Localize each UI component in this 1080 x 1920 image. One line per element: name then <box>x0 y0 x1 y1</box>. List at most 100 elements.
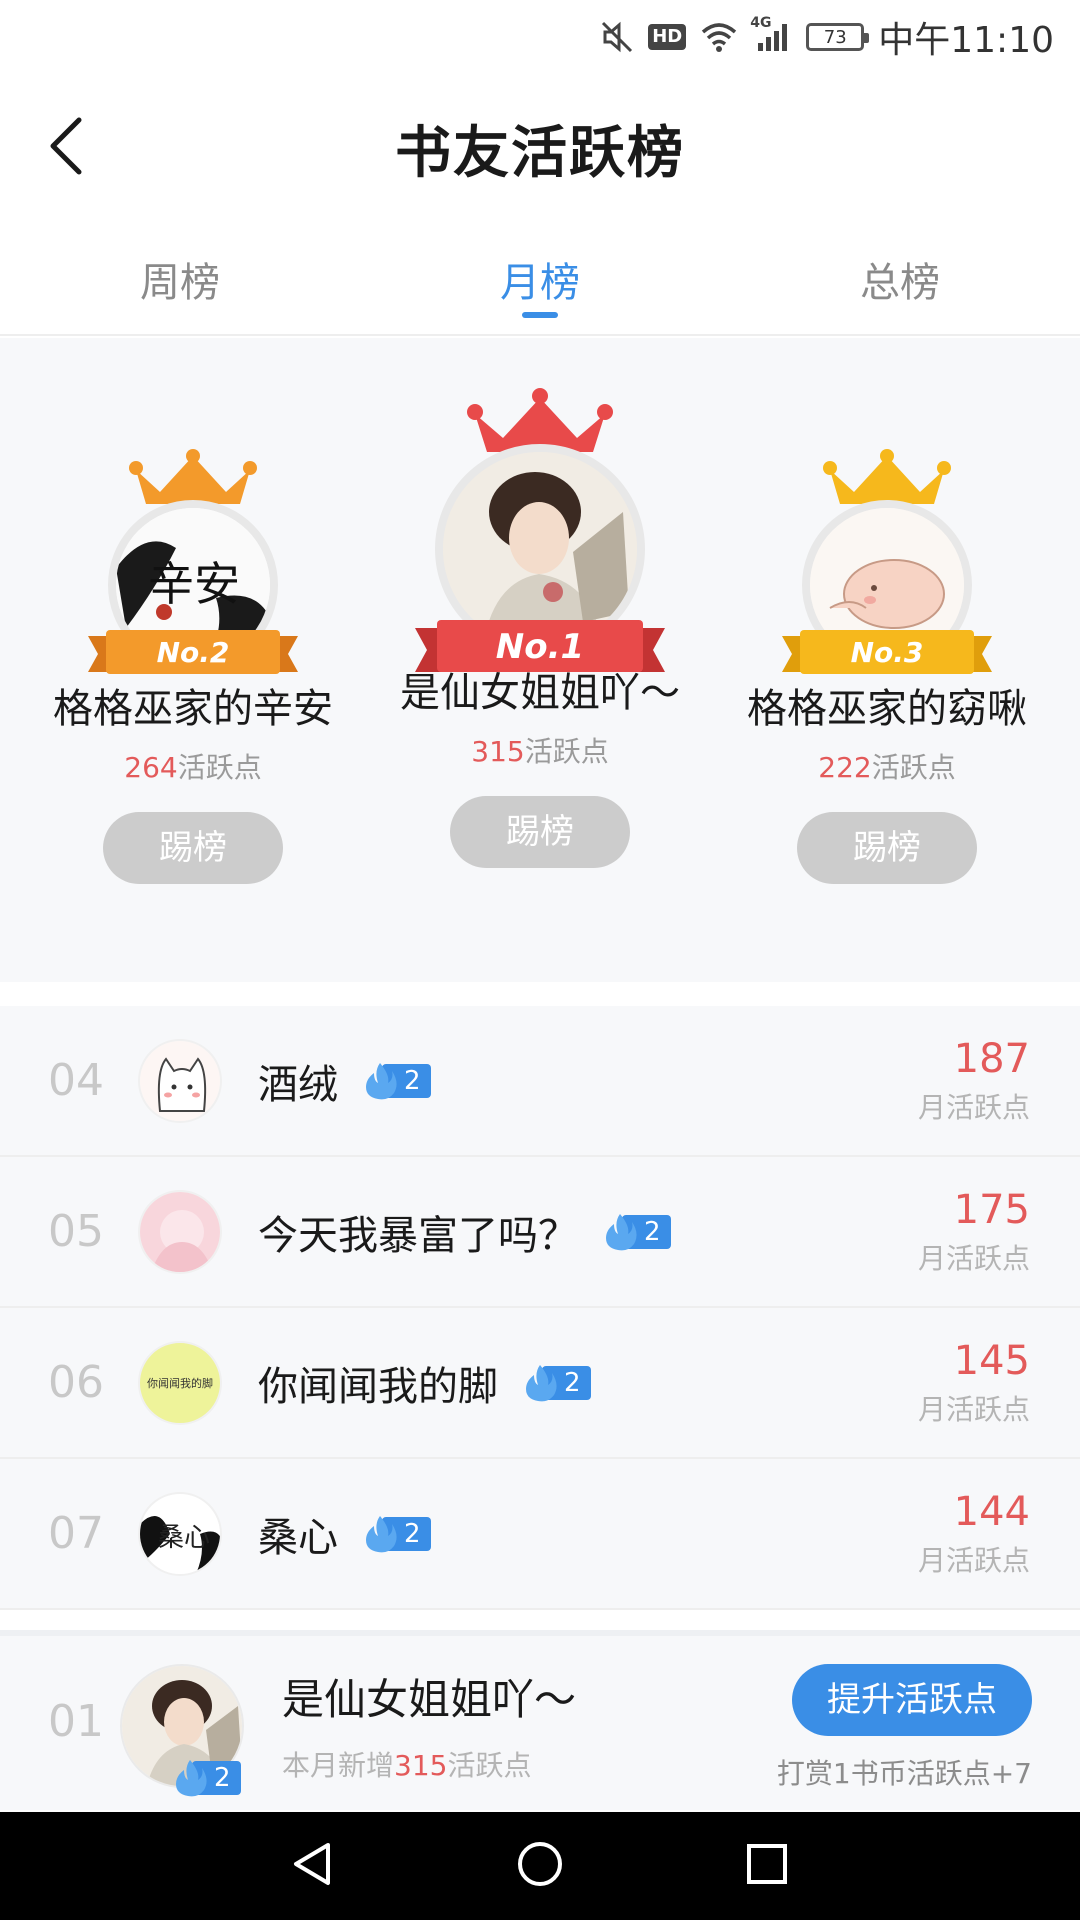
rank-ribbon: No.1 <box>415 618 665 676</box>
podium-points: 315活跃点 <box>365 730 715 770</box>
row-name-wrap: 你闻闻我的脚 2 <box>258 1354 591 1412</box>
avatar-calligraphy: 辛安 <box>148 557 240 611</box>
level-badge: 2 <box>360 1062 431 1099</box>
podium-name: 格格巫家的窈啾 <box>747 686 1027 732</box>
row-name-wrap: 今天我暴富了吗？ 2 <box>258 1203 671 1261</box>
points-suffix: 活跃点 <box>177 751 262 784</box>
podium-second: 辛安 No.2 格格巫家的辛安 264活跃点 踢榜 <box>18 448 368 884</box>
boost-hint: 打赏1书币活跃点+7 <box>776 1757 1032 1790</box>
avatar[interactable] <box>138 1038 222 1123</box>
podium-points: 264活跃点 <box>18 746 368 786</box>
points-suffix: 活跃点 <box>871 751 956 784</box>
points-value: 264 <box>124 751 178 784</box>
points-value: 222 <box>818 751 872 784</box>
flame-icon <box>366 1062 397 1099</box>
flame-icon <box>176 1760 207 1797</box>
row-name-wrap: 酒绒 2 <box>258 1052 431 1110</box>
kick-button[interactable]: 踢榜 <box>797 812 977 884</box>
header: 书友活跃榜 <box>0 74 1080 224</box>
kick-button[interactable]: 踢榜 <box>450 796 630 868</box>
flame-icon <box>366 1515 397 1552</box>
avatar-text: 你闻闻我的脚 <box>147 1376 213 1390</box>
podium-avatar-wrap: 辛安 No.2 <box>83 448 303 674</box>
battery-icon: 73 <box>806 23 870 51</box>
boost-points-button[interactable]: 提升活跃点 <box>792 1664 1032 1736</box>
battery-level: 73 <box>823 26 847 48</box>
list-item[interactable]: 06 你闻闻我的脚 你闻闻我的脚 2 145 月活跃点 <box>0 1308 1080 1459</box>
row-rank: 04 <box>48 1055 104 1106</box>
row-points: 187 月活跃点 <box>918 1036 1030 1126</box>
row-name: 酒绒 <box>258 1061 338 1108</box>
crown-icon <box>129 449 257 504</box>
clock: 中午11:10 <box>878 20 1054 61</box>
mute-icon <box>600 20 634 54</box>
points-label: 月活跃点 <box>917 1090 1030 1124</box>
ranking-list: 04 酒绒 2 187 月活跃点 05 今天我暴富了吗？ 2 175 月活跃点 … <box>0 1006 1080 1610</box>
signal-icon: 4G <box>750 15 792 53</box>
podium-name: 格格巫家的辛安 <box>53 686 333 732</box>
nav-back-icon[interactable] <box>288 1839 338 1893</box>
list-item[interactable]: 07 桑心 桑心 2 144 月活跃点 <box>0 1459 1080 1610</box>
podium-avatar-wrap: No.3 <box>777 448 997 674</box>
points-value: 145 <box>953 1337 1030 1384</box>
level-badge: 2 <box>520 1364 591 1401</box>
system-nav-bar <box>0 1812 1080 1920</box>
podium-avatar-wrap: No.1 <box>410 388 670 672</box>
points-label: 月活跃点 <box>917 1241 1030 1275</box>
row-name: 桑心 <box>258 1514 338 1561</box>
points-suffix: 活跃点 <box>524 735 609 768</box>
list-item[interactable]: 05 今天我暴富了吗？ 2 175 月活跃点 <box>0 1157 1080 1308</box>
flame-icon <box>606 1213 637 1250</box>
page-title: 书友活跃榜 <box>395 120 685 186</box>
rank-label: No.1 <box>495 627 585 667</box>
wifi-icon <box>700 21 738 53</box>
sub-prefix: 本月新增 <box>282 1749 395 1782</box>
row-rank: 05 <box>48 1206 104 1257</box>
podium-first: No.1 是仙女姐姐吖～ 315活跃点 踢榜 <box>365 388 715 868</box>
my-rank: 01 <box>48 1696 104 1747</box>
row-name-wrap: 桑心 2 <box>258 1505 431 1563</box>
sub-points: 315 <box>394 1749 448 1782</box>
my-name: 是仙女姐姐吖～ <box>282 1675 577 1724</box>
row-name: 你闻闻我的脚 <box>258 1363 498 1410</box>
sub-suffix: 活跃点 <box>447 1749 532 1782</box>
avatar[interactable]: 桑心 <box>138 1491 222 1576</box>
nav-recents-icon[interactable] <box>742 1839 792 1893</box>
hd-icon: HD <box>648 24 687 50</box>
row-name: 今天我暴富了吗？ <box>258 1212 578 1259</box>
level-badge: 2 <box>600 1213 671 1250</box>
podium-points: 222活跃点 <box>712 746 1062 786</box>
row-points: 144 月活跃点 <box>918 1489 1030 1579</box>
avatar-calligraphy: 桑心 <box>158 1523 210 1553</box>
row-points: 175 月活跃点 <box>918 1187 1030 1277</box>
my-monthly-points: 本月新增315活跃点 <box>282 1744 531 1784</box>
row-points: 145 月活跃点 <box>918 1338 1030 1428</box>
tab-weekly[interactable]: 周榜 <box>0 230 360 334</box>
rank-ribbon: No.2 <box>88 628 298 676</box>
rank-label: No.3 <box>850 635 924 669</box>
tab-total[interactable]: 总榜 <box>720 230 1080 334</box>
row-rank: 06 <box>48 1357 104 1408</box>
rank-ribbon: No.3 <box>782 628 992 676</box>
points-value: 187 <box>953 1035 1030 1082</box>
flame-icon <box>526 1364 557 1401</box>
avatar[interactable]: 你闻闻我的脚 <box>138 1340 222 1425</box>
list-item[interactable]: 04 酒绒 2 187 月活跃点 <box>0 1006 1080 1157</box>
nav-home-icon[interactable] <box>515 1839 565 1893</box>
tab-monthly[interactable]: 月榜 <box>360 230 720 334</box>
avatar[interactable] <box>138 1189 222 1274</box>
points-value: 315 <box>471 735 525 768</box>
crown-icon <box>823 449 951 504</box>
points-label: 月活跃点 <box>917 1392 1030 1426</box>
podium: 辛安 No.2 格格巫家的辛安 264活跃点 踢榜 No.1 是仙女姐姐吖～ 3… <box>0 338 1080 982</box>
level-badge: 2 <box>360 1515 431 1552</box>
points-value: 144 <box>953 1488 1030 1535</box>
network-type-label: 4G <box>750 15 772 31</box>
podium-third: No.3 格格巫家的窈啾 222活跃点 踢榜 <box>712 448 1062 884</box>
kick-button[interactable]: 踢榜 <box>103 812 283 884</box>
points-label: 月活跃点 <box>917 1543 1030 1577</box>
points-value: 175 <box>953 1186 1030 1233</box>
status-bar: HD 4G 73 中午11:10 <box>0 0 1080 74</box>
my-rank-bar: 01 2 是仙女姐姐吖～ 本月新增315活跃点 提升活跃点 打赏1书币活跃点+7 <box>0 1630 1080 1810</box>
row-rank: 07 <box>48 1508 104 1559</box>
